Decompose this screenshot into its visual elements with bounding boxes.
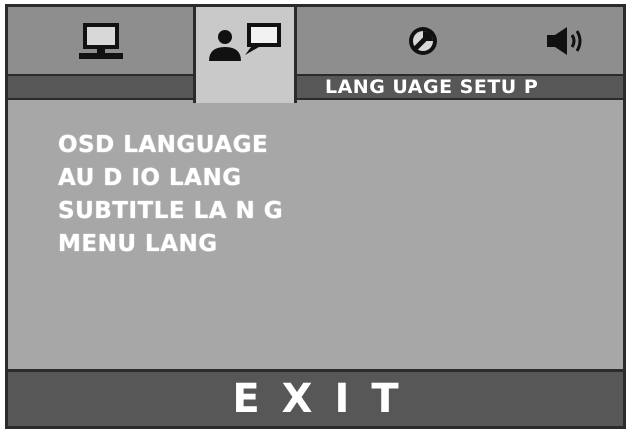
menu-item-menu-lang[interactable]: MENU LANG <box>58 228 283 261</box>
exit-button[interactable]: EXIT <box>8 369 623 426</box>
language-person-icon <box>209 23 281 61</box>
exit-label: EXIT <box>232 376 421 422</box>
tab-video-setup[interactable] <box>338 7 508 74</box>
tab-language-setup[interactable] <box>193 7 297 103</box>
osd-setup-window: LANG UAGE SETU P OSD LANGUAGE AU D IO LA… <box>5 4 626 429</box>
speaker-icon <box>546 26 581 55</box>
monitor-icon <box>78 22 123 59</box>
section-header-bar: LANG UAGE SETU P <box>8 74 623 100</box>
tab-audio-setup[interactable] <box>508 7 623 74</box>
menu-item-audio-lang[interactable]: AU D IO LANG <box>58 162 283 195</box>
video-adjust-icon <box>409 26 437 55</box>
tab-strip <box>8 7 623 103</box>
language-menu-list: OSD LANGUAGE AU D IO LANG SUBTITLE LA N … <box>58 129 283 261</box>
menu-item-subtitle-lang[interactable]: SUBTITLE LA N G <box>58 195 283 228</box>
tab-general-setup[interactable] <box>8 7 193 74</box>
menu-item-osd-language[interactable]: OSD LANGUAGE <box>58 129 283 162</box>
section-title: LANG UAGE SETU P <box>325 76 539 98</box>
